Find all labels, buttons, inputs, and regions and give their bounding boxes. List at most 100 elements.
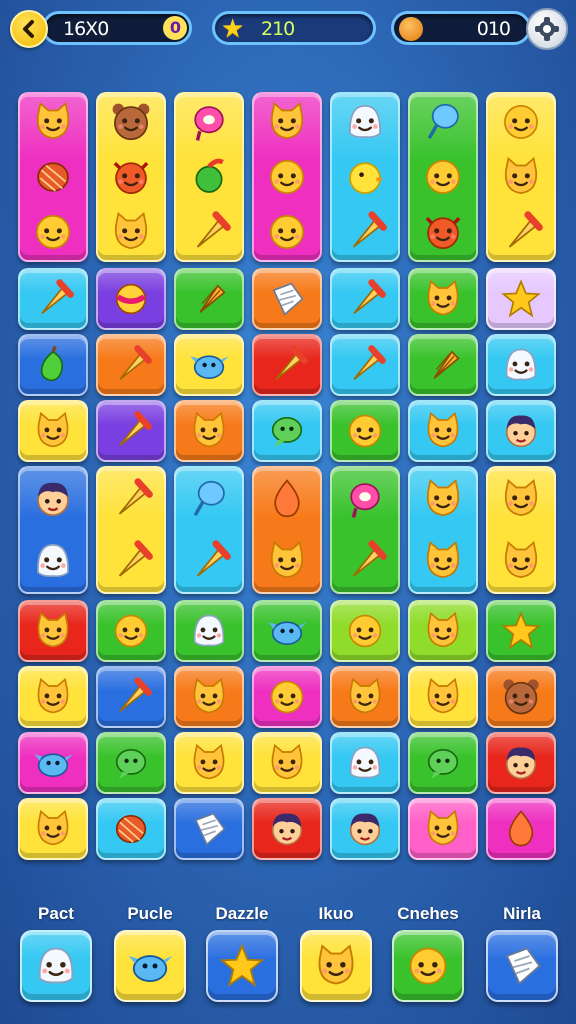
board-tile[interactable] [408, 466, 478, 594]
tray-slot-label: Dazzle [215, 904, 269, 923]
board-tile[interactable] [408, 268, 478, 330]
tray-slot[interactable]: Pucle [110, 898, 190, 1002]
board-tile[interactable] [252, 400, 322, 462]
board-tile[interactable] [408, 400, 478, 462]
board-tile[interactable] [486, 268, 556, 330]
board-tile[interactable] [18, 666, 88, 728]
board-tile[interactable] [174, 666, 244, 728]
balloon-icon [193, 480, 225, 516]
board-tile[interactable] [96, 466, 166, 594]
board-tile[interactable] [330, 666, 400, 728]
cat-icon [426, 540, 460, 578]
board-tile[interactable] [408, 798, 478, 860]
board-tile[interactable] [408, 666, 478, 728]
back-button[interactable] [10, 10, 48, 48]
board-tile[interactable] [96, 798, 166, 860]
tray-slot[interactable]: Dazzle [202, 898, 282, 1002]
moves-badge: 0 [163, 16, 187, 40]
board-tile[interactable] [330, 334, 400, 396]
board-tile[interactable] [330, 400, 400, 462]
tray-slot-box[interactable] [206, 930, 278, 1002]
tray-slot-box[interactable] [392, 930, 464, 1002]
board-tile[interactable] [486, 334, 556, 396]
tray-slot[interactable]: Nirla [482, 898, 562, 1002]
cone-icon [352, 540, 387, 577]
star-icon [219, 943, 265, 987]
board-tile[interactable] [252, 268, 322, 330]
board-tile[interactable] [174, 600, 244, 662]
board-tile[interactable] [18, 466, 88, 594]
board-tile[interactable] [174, 334, 244, 396]
board-tile[interactable] [408, 92, 478, 262]
board-tile[interactable] [174, 92, 244, 262]
board-tile[interactable] [408, 732, 478, 794]
board-tile[interactable] [252, 732, 322, 794]
corn-icon [199, 284, 226, 313]
board-tile[interactable] [96, 400, 166, 462]
tray-slot[interactable]: Pact [16, 898, 96, 1002]
board-tile[interactable] [330, 600, 400, 662]
tray-slot-box[interactable] [20, 930, 92, 1002]
board-tile[interactable] [486, 798, 556, 860]
board-tile[interactable] [330, 466, 400, 594]
board-tile[interactable] [174, 798, 244, 860]
board-tile[interactable] [486, 732, 556, 794]
cat-icon [270, 101, 304, 139]
bird-icon [34, 753, 73, 778]
cat-icon [318, 944, 354, 985]
ghost-icon [38, 947, 74, 984]
board-tile[interactable] [252, 334, 322, 396]
tray-slot-box[interactable] [486, 930, 558, 1002]
board-tile[interactable] [330, 732, 400, 794]
settings-button[interactable] [526, 8, 568, 50]
board-tile[interactable] [408, 334, 478, 396]
tray-slot-box[interactable] [114, 930, 186, 1002]
ball-icon [115, 283, 147, 315]
ring-icon [194, 105, 224, 141]
board-tile[interactable] [330, 92, 400, 262]
tray-slot-box[interactable] [300, 930, 372, 1002]
tray-slot[interactable]: Cnehes [388, 898, 468, 1002]
board-tile[interactable] [252, 666, 322, 728]
tray-slot-label: Pucle [127, 904, 173, 923]
board-tile[interactable] [96, 732, 166, 794]
game-board [16, 88, 560, 888]
cone-icon [353, 279, 386, 314]
board-tile[interactable] [18, 268, 88, 330]
board-tile[interactable] [18, 732, 88, 794]
board-tile[interactable] [408, 600, 478, 662]
board-tile[interactable] [252, 92, 322, 262]
paper-icon [272, 282, 304, 316]
tray-slot[interactable]: Ikuo [296, 898, 376, 1002]
board-tile[interactable] [18, 400, 88, 462]
board-tile[interactable] [486, 400, 556, 462]
board-tile[interactable] [252, 600, 322, 662]
tray-slot-label: Ikuo [318, 904, 354, 923]
board-tile[interactable] [174, 268, 244, 330]
board-tile[interactable] [174, 400, 244, 462]
board-tile[interactable] [96, 666, 166, 728]
board-tile[interactable] [252, 466, 322, 594]
bird-icon [268, 621, 307, 646]
board-tile[interactable] [174, 732, 244, 794]
board-tile[interactable] [486, 600, 556, 662]
board-tile[interactable] [96, 334, 166, 396]
board-tile[interactable] [18, 92, 88, 262]
moves-value: 16X0 [63, 18, 109, 40]
board-tile[interactable] [96, 92, 166, 262]
board-tile[interactable] [18, 334, 88, 396]
board-tile[interactable] [18, 600, 88, 662]
board-tile[interactable] [96, 268, 166, 330]
board-tile[interactable] [486, 466, 556, 594]
board-tile[interactable] [252, 798, 322, 860]
cat-icon [427, 279, 459, 316]
board-tile[interactable] [174, 466, 244, 594]
board-tile[interactable] [486, 92, 556, 262]
board-tile[interactable] [96, 600, 166, 662]
board-tile[interactable] [330, 798, 400, 860]
blob-icon [409, 947, 447, 985]
cone-icon [118, 540, 153, 577]
board-tile[interactable] [486, 666, 556, 728]
board-tile[interactable] [330, 268, 400, 330]
board-tile[interactable] [18, 798, 88, 860]
